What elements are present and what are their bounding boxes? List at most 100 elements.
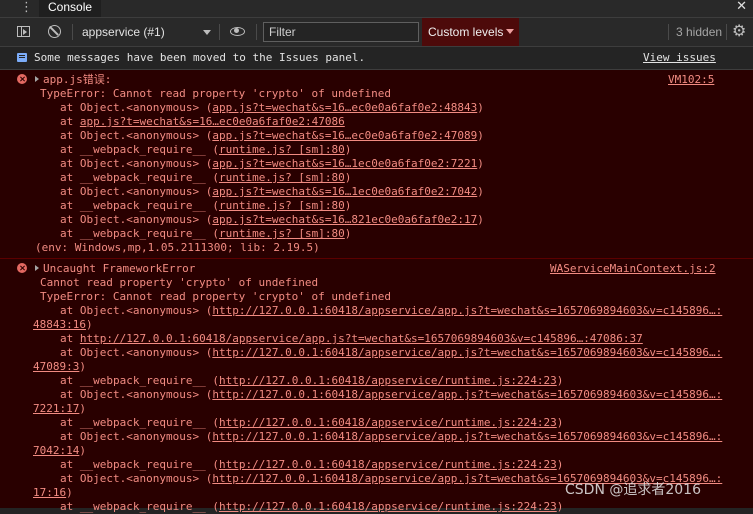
stack-frame-line: at __webpack_require__ (http://127.0.0.1… [33, 500, 753, 514]
stack-frame-text: at Object.<anonymous> ( [60, 472, 213, 485]
stack-frame-link[interactable]: runtime.js? [sm]:80 [219, 227, 345, 240]
stack-frame-line: 7042:14) [33, 444, 753, 458]
stack-frame-link[interactable]: app.js?t=wechat&s=16…1ec0e0a6faf0e2:7042 [212, 185, 477, 198]
stack-frame-link[interactable]: runtime.js? [sm]:80 [219, 143, 345, 156]
error-source-link[interactable]: VM102:5 [668, 73, 714, 86]
stack-frame-link[interactable]: http://127.0.0.1:60418/appservice/app.js… [80, 332, 643, 345]
stack-frame-text: at __webpack_require__ ( [60, 416, 219, 429]
issues-moved-message: Some messages have been moved to the Iss… [0, 47, 753, 70]
more-options-icon[interactable]: ⋮ [20, 0, 33, 17]
stack-frame-link[interactable]: http://127.0.0.1:60418/appservice/runtim… [219, 416, 557, 429]
stack-frame-line: at Object.<anonymous> (app.js?t=wechat&s… [35, 101, 753, 115]
stack-frame-link[interactable]: app.js?t=wechat&s=16…821ec0e0a6faf0e2:17 [212, 213, 477, 226]
stack-frame-line: 47089:3) [33, 360, 753, 374]
stack-frame-text: at Object.<anonymous> ( [60, 346, 213, 359]
stack-frame-line: at __webpack_require__ (runtime.js? [sm]… [35, 227, 753, 241]
close-icon[interactable]: ✕ [736, 0, 747, 14]
error-icon [17, 74, 27, 84]
stack-frame-text: at __webpack_require__ ( [60, 374, 219, 387]
stack-frame-line: at http://127.0.0.1:60418/appservice/app… [33, 332, 753, 346]
stack-frame-link[interactable]: runtime.js? [sm]:80 [219, 199, 345, 212]
stack-frame-line: at __webpack_require__ (runtime.js? [sm]… [35, 171, 753, 185]
watermark: CSDN @追求者2016 [565, 482, 701, 498]
stack-frame-text: ) [477, 129, 484, 142]
toolbar-divider [726, 24, 727, 40]
stack-frame-link[interactable]: http://127.0.0.1:60418/appservice/runtim… [219, 458, 557, 471]
stack-frame-link[interactable]: runtime.js? [sm]:80 [219, 171, 345, 184]
stack-frame-line: at Object.<anonymous> (app.js?t=wechat&s… [35, 129, 753, 143]
stack-frame-line: 7221:17) [33, 402, 753, 416]
stack-frame-text: ) [79, 402, 86, 415]
stack-frame-text: ) [477, 213, 484, 226]
stack-frame-text: at Object.<anonymous> ( [60, 185, 213, 198]
stack-frame-line: at __webpack_require__ (http://127.0.0.1… [33, 416, 753, 430]
stack-frame-text: at __webpack_require__ ( [60, 171, 219, 184]
log-levels-dropdown[interactable]: Custom levels [422, 18, 519, 46]
stack-frame-text: ) [79, 360, 86, 373]
stack-frame-line: at __webpack_require__ (http://127.0.0.1… [33, 458, 753, 472]
tab-console[interactable]: Console [39, 0, 102, 17]
stack-frame-line: at Object.<anonymous> (http://127.0.0.1:… [33, 304, 753, 318]
stack-frame-link[interactable]: http://127.0.0.1:60418/appservice/runtim… [219, 374, 557, 387]
context-selector[interactable]: appservice (#1) [74, 18, 222, 46]
toolbar-divider [72, 24, 73, 40]
stack-frame-text: at __webpack_require__ ( [60, 458, 219, 471]
chevron-down-icon[interactable] [203, 30, 211, 35]
toolbar-divider [219, 24, 220, 40]
error-title[interactable]: app.js错误: [35, 73, 753, 87]
clear-console-icon[interactable] [48, 25, 61, 38]
stack-frame-text: ) [66, 486, 73, 499]
chevron-down-icon[interactable] [506, 29, 514, 34]
stack-frame-text: ) [344, 227, 352, 240]
stack-frame-text: at Object.<anonymous> ( [60, 304, 213, 317]
stack-frame-text: ) [556, 500, 564, 513]
stack-frame-text: ) [79, 444, 86, 457]
error-source-link[interactable]: WAServiceMainContext.js:2 [550, 262, 716, 275]
stack-frame-text: at Object.<anonymous> ( [60, 388, 213, 401]
stack-frame-link[interactable]: app.js?t=wechat&s=16…ec0e0a6faf0e2:48843 [212, 101, 477, 114]
stack-frame-link[interactable]: http://127.0.0.1:60418/appservice/app.js… [212, 304, 722, 317]
stack-frame-link[interactable]: 48843:16 [33, 318, 86, 331]
error-icon [17, 263, 27, 273]
stack-frame-line: at __webpack_require__ (runtime.js? [sm]… [35, 143, 753, 157]
stack-frame-link[interactable]: app.js?t=wechat&s=16…ec0e0a6faf0e2:47089 [212, 129, 477, 142]
stack-frame-line: at __webpack_require__ (runtime.js? [sm]… [35, 199, 753, 213]
stack-frame-text: at __webpack_require__ ( [60, 199, 219, 212]
stack-frame-text: ) [85, 318, 93, 331]
stack-frame-link[interactable]: 7221:17 [33, 402, 79, 415]
info-message-text: Some messages have been moved to the Iss… [34, 51, 366, 64]
view-issues-link[interactable]: View issues [643, 47, 716, 69]
stack-frame-text: at __webpack_require__ ( [60, 143, 219, 156]
stack-frame-line: at __webpack_require__ (http://127.0.0.1… [33, 374, 753, 388]
stack-frame-link[interactable]: app.js?t=wechat&s=16…1ec0e0a6faf0e2:7221 [212, 157, 477, 170]
toolbar-divider [668, 24, 669, 40]
expand-triangle-icon[interactable] [35, 265, 39, 271]
gear-icon[interactable]: ⚙ [732, 21, 746, 41]
stack-frame-text: at [60, 332, 80, 345]
hidden-messages-count: 3 hidden [676, 25, 723, 39]
stack-frame-line: at Object.<anonymous> (app.js?t=wechat&s… [35, 213, 753, 227]
stack-frame-text: at Object.<anonymous> ( [60, 101, 213, 114]
stack-frame-text: at [60, 115, 80, 128]
expand-triangle-icon[interactable] [35, 76, 39, 82]
stack-frame-line: at Object.<anonymous> (http://127.0.0.1:… [33, 388, 753, 402]
stack-frame-link[interactable]: 7042:14 [33, 444, 79, 457]
stack-frame-line: at Object.<anonymous> (http://127.0.0.1:… [33, 430, 753, 444]
stack-frame-link[interactable]: http://127.0.0.1:60418/appservice/app.js… [212, 388, 722, 401]
stack-frame-link[interactable]: http://127.0.0.1:60418/appservice/runtim… [219, 500, 557, 513]
show-sidebar-icon[interactable] [17, 26, 30, 37]
stack-frame-link[interactable]: http://127.0.0.1:60418/appservice/app.js… [212, 346, 722, 359]
stack-frame-link[interactable]: 47089:3 [33, 360, 79, 373]
stack-frame-text: ) [344, 171, 352, 184]
stack-frame-link[interactable]: 17:16 [33, 486, 66, 499]
error-message: Cannot read property 'crypto' of undefin… [40, 276, 319, 289]
stack-frame-link[interactable]: http://127.0.0.1:60418/appservice/app.js… [212, 430, 722, 443]
stack-frame-text: at Object.<anonymous> ( [60, 129, 213, 142]
console-error-message: VM102:5 app.js错误: TypeError: Cannot read… [0, 70, 753, 259]
stack-frame-text: at Object.<anonymous> ( [60, 213, 213, 226]
stack-frame-text: ) [477, 101, 484, 114]
stack-frame-link[interactable]: app.js?t=wechat&s=16…ec0e0a6faf0e2:47086 [80, 115, 345, 128]
filter-input[interactable] [263, 22, 419, 42]
stack-frame-line: at app.js?t=wechat&s=16…ec0e0a6faf0e2:47… [35, 115, 753, 129]
live-expression-eye-icon[interactable] [230, 27, 245, 36]
